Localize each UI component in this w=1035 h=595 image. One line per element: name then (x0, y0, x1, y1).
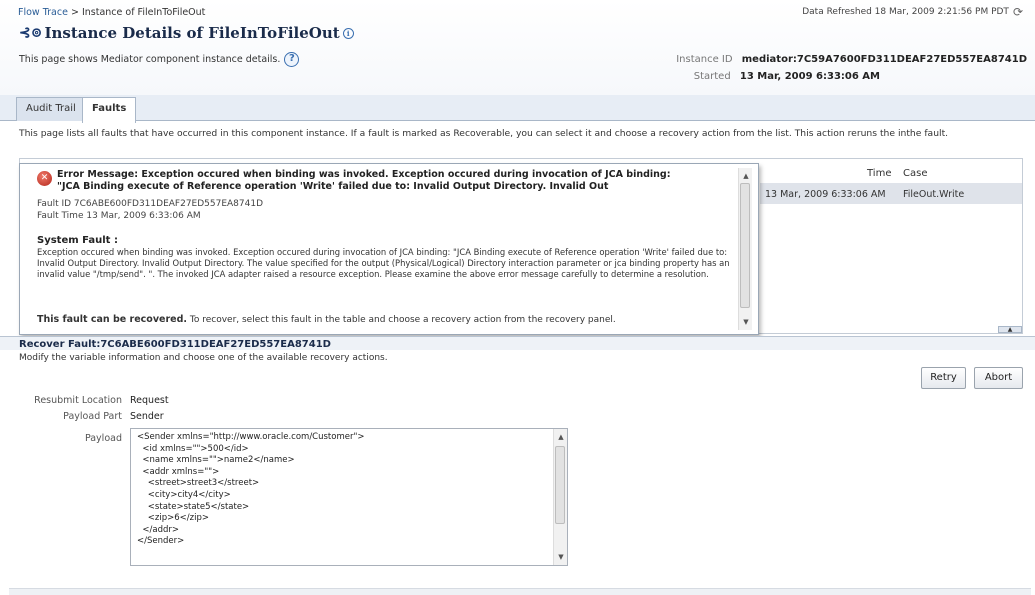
data-refreshed: Data Refreshed 18 Mar, 2009 2:21:56 PM P… (802, 6, 1023, 18)
data-refreshed-text: Data Refreshed 18 Mar, 2009 2:21:56 PM P… (802, 7, 1009, 17)
system-fault-label: System Fault : (37, 235, 118, 246)
breadcrumb-current: Instance of FileInToFileOut (81, 7, 206, 18)
resubmit-location-label: Resubmit Location (34, 395, 122, 406)
payload-part-label: Payload Part (63, 411, 122, 422)
error-icon: ✕ (37, 171, 52, 186)
error-message-line-2: "JCA Binding execute of Reference operat… (57, 181, 609, 192)
breadcrumb-separator: > (70, 7, 79, 18)
faults-description: This page lists all faults that have occ… (19, 128, 949, 139)
page-subtitle-text: This page shows Mediator component insta… (19, 54, 281, 65)
info-icon[interactable]: i (342, 27, 354, 39)
instance-id-label: Instance ID (676, 54, 733, 65)
tab-audit-trail[interactable]: Audit Trail (16, 97, 86, 121)
scroll-down-arrow-icon[interactable]: ▼ (739, 318, 753, 326)
fault-time-value: 13 Mar, 2009 6:33:06 AM (86, 211, 201, 221)
column-header-time[interactable]: Time (867, 168, 891, 179)
recoverable-note: This fault can be recovered. To recover,… (37, 314, 616, 325)
collapse-panel-button[interactable]: ▲ (998, 326, 1022, 333)
resubmit-location-value: Request (130, 395, 169, 406)
breadcrumb-link-flow-trace[interactable]: Flow Trace (18, 7, 68, 18)
retry-button[interactable]: Retry (921, 367, 966, 389)
recoverable-note-bold: This fault can be recovered. (37, 314, 187, 325)
mediator-component-icon: ⊰⊚ (19, 25, 43, 41)
horizontal-scrollbar[interactable] (9, 588, 1031, 595)
fault-time-label: Fault Time (37, 211, 84, 221)
fault-id-label: Fault ID (37, 199, 72, 209)
instance-id-row: Instance ID mediator:7C59A7600FD311DEAF2… (676, 54, 1027, 65)
recover-fault-title: Recover Fault:7C6ABE600FD311DEAF27ED557E… (19, 339, 331, 350)
table-cell-case[interactable]: FileOut.Write (903, 189, 964, 200)
breadcrumb: Flow Trace > Instance of FileInToFileOut (18, 7, 205, 18)
started-label: Started (693, 71, 731, 82)
payload-part-value: Sender (130, 411, 164, 422)
started-row: Started 13 Mar, 2009 6:33:06 AM (694, 71, 880, 82)
fault-id: Fault ID 7C6ABE600FD311DEAF27ED557EA8741… (37, 199, 263, 209)
fault-id-value: 7C6ABE600FD311DEAF27ED557EA8741D (73, 199, 264, 209)
payload-label: Payload (84, 433, 122, 444)
page-title: ⊰⊚ Instance Details of FileInToFileOut i (19, 24, 354, 42)
scroll-up-arrow-icon[interactable]: ▲ (739, 172, 753, 180)
tab-faults[interactable]: Faults (82, 97, 137, 123)
recoverable-note-text: To recover, select this fault in the tab… (189, 315, 616, 325)
system-fault-text: Exception occured when binding was invok… (37, 247, 730, 279)
payload-editor-text[interactable]: <Sender xmlns="http://www.oracle.com/Cus… (137, 432, 545, 564)
page-title-text: Instance Details of FileInToFileOut (44, 24, 340, 42)
refresh-icon[interactable]: ⟳ (1013, 6, 1023, 18)
help-icon[interactable]: ? (284, 52, 300, 67)
column-header-case[interactable]: Case (903, 168, 927, 179)
payload-scroll-thumb[interactable] (555, 446, 565, 524)
scroll-down-arrow-icon[interactable]: ▼ (554, 553, 568, 561)
fault-time: Fault Time 13 Mar, 2009 6:33:06 AM (37, 211, 201, 221)
instance-id-value: mediator:7C59A7600FD311DEAF27ED557EA8741… (741, 54, 1027, 65)
table-cell-time[interactable]: 13 Mar, 2009 6:33:06 AM (765, 189, 886, 200)
started-value: 13 Mar, 2009 6:33:06 AM (739, 71, 880, 82)
scroll-up-arrow-icon[interactable]: ▲ (554, 433, 568, 441)
tab-bar (0, 95, 1035, 121)
popup-scroll-thumb[interactable] (740, 183, 750, 308)
recover-fault-description: Modify the variable information and choo… (19, 353, 388, 363)
page-subtitle: This page shows Mediator component insta… (19, 52, 300, 67)
error-message-line-1: Error Message: Exception occured when bi… (57, 169, 671, 180)
abort-button[interactable]: Abort (974, 367, 1023, 389)
